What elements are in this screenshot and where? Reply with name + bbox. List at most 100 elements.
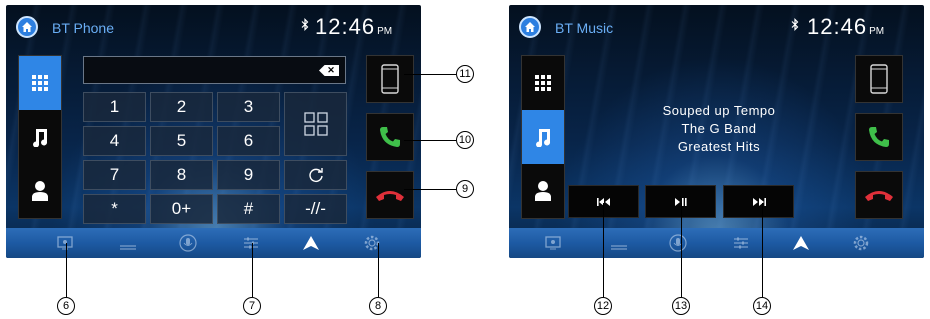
- clock-ampm: PM: [869, 26, 885, 37]
- tab-dialpad[interactable]: [19, 56, 61, 110]
- call-answer-button[interactable]: [366, 113, 414, 161]
- hangup-key[interactable]: -//-: [284, 194, 347, 224]
- callout-14: 14: [753, 297, 771, 315]
- callout-11: 11: [456, 65, 474, 83]
- track-album: Greatest Hits: [677, 139, 761, 154]
- redial-button[interactable]: [284, 160, 347, 190]
- callout-7: 7: [243, 297, 261, 315]
- dial-number-field[interactable]: ✕: [83, 56, 346, 84]
- header: BT Music 12:46 PM: [509, 5, 924, 47]
- music-note-icon: [33, 129, 48, 147]
- tab-contacts[interactable]: [522, 164, 564, 218]
- navigation-button[interactable]: [302, 234, 320, 252]
- callout-10: 10: [456, 131, 474, 149]
- key-3[interactable]: 3: [217, 92, 280, 122]
- sliders-icon: [244, 237, 258, 249]
- voice-button[interactable]: [669, 234, 687, 252]
- settings-sliders-button[interactable]: [733, 234, 749, 252]
- page-title: BT Music: [555, 20, 614, 36]
- settings-sliders-button[interactable]: [243, 234, 259, 252]
- screen-off-icon: [545, 236, 561, 250]
- call-end-button[interactable]: [366, 171, 414, 219]
- key-7[interactable]: 7: [83, 160, 146, 190]
- track-title: Souped up Tempo: [662, 103, 776, 118]
- home-button[interactable]: [519, 16, 541, 38]
- key-9[interactable]: 9: [217, 160, 280, 190]
- clock: 12:46 PM: [807, 14, 884, 40]
- equalizer-button[interactable]: [610, 234, 628, 252]
- clock-time: 12:46: [807, 14, 868, 39]
- contacts-icon: [535, 181, 551, 201]
- tab-dialpad[interactable]: [522, 56, 564, 110]
- screen-off-button[interactable]: [545, 234, 561, 252]
- backspace-icon: ✕: [327, 65, 335, 75]
- bottom-bar: [6, 228, 421, 258]
- callout-8: 8: [369, 297, 387, 315]
- screen-off-button[interactable]: [57, 234, 73, 252]
- backspace-button[interactable]: ✕: [319, 65, 339, 76]
- key-5[interactable]: 5: [150, 126, 213, 156]
- keypad-grid-button[interactable]: [284, 92, 347, 156]
- key-4[interactable]: 4: [83, 126, 146, 156]
- bluetooth-icon: [791, 18, 799, 34]
- tab-music[interactable]: [19, 110, 61, 164]
- next-track-icon: [752, 197, 766, 206]
- home-button[interactable]: [16, 16, 38, 38]
- phone-device-button[interactable]: [855, 55, 903, 103]
- voice-button[interactable]: [179, 234, 197, 252]
- next-track-button[interactable]: [723, 185, 794, 218]
- phone-device-button[interactable]: [366, 55, 414, 103]
- contacts-icon: [32, 181, 48, 201]
- call-answer-button[interactable]: [855, 113, 903, 161]
- callout-6: 6: [57, 297, 75, 315]
- call-answer-icon: [869, 127, 889, 147]
- bluetooth-icon: [301, 18, 309, 34]
- callout-13: 13: [672, 297, 690, 315]
- music-note-icon: [536, 129, 551, 147]
- equalizer-icon: [611, 245, 627, 250]
- microphone-icon: [669, 234, 687, 252]
- settings-button[interactable]: [852, 234, 870, 252]
- grid-icon: [303, 112, 328, 136]
- microphone-icon: [179, 234, 197, 252]
- key-1[interactable]: 1: [83, 92, 146, 122]
- tab-music[interactable]: [522, 110, 564, 164]
- navigation-button[interactable]: [792, 234, 810, 252]
- home-icon: [22, 22, 32, 32]
- screen-off-icon: [57, 236, 73, 250]
- side-tabs: [521, 55, 565, 219]
- bt-phone-screen: BT Phone 12:46 PM ✕ 1 2 3 4 5 6 7 8 9 * …: [6, 5, 421, 258]
- navigation-arrow-icon: [793, 236, 809, 250]
- gear-icon: [853, 235, 869, 251]
- home-icon: [525, 22, 535, 32]
- sliders-icon: [734, 237, 748, 249]
- phone-device-icon: [870, 64, 888, 94]
- equalizer-button[interactable]: [119, 234, 137, 252]
- callout-9: 9: [456, 180, 474, 198]
- track-artist: The G Band: [681, 121, 757, 136]
- redial-icon: [308, 168, 323, 182]
- bt-music-screen: BT Music 12:46 PM Souped up Tempo The G B…: [509, 5, 924, 258]
- clock-time: 12:46: [315, 14, 376, 39]
- callout-12: 12: [594, 297, 612, 315]
- dialpad-icon: [535, 75, 551, 91]
- bottom-bar: [509, 228, 924, 258]
- page-title: BT Phone: [52, 20, 115, 36]
- call-end-button[interactable]: [855, 171, 903, 219]
- tab-contacts[interactable]: [19, 164, 61, 218]
- equalizer-icon: [120, 245, 136, 250]
- clock: 12:46 PM: [315, 14, 392, 40]
- call-end-icon: [376, 191, 404, 201]
- clock-ampm: PM: [377, 26, 393, 37]
- key-8[interactable]: 8: [150, 160, 213, 190]
- dialpad-icon: [32, 75, 48, 91]
- key-0-plus[interactable]: 0+: [150, 194, 213, 224]
- key-2[interactable]: 2: [150, 92, 213, 122]
- key-6[interactable]: 6: [217, 126, 280, 156]
- key-hash[interactable]: #: [217, 194, 280, 224]
- track-info: Souped up Tempo The G Band Greatest Hits: [579, 102, 859, 156]
- call-answer-icon: [380, 127, 400, 147]
- phone-device-icon: [381, 64, 399, 94]
- key-star[interactable]: *: [83, 194, 146, 224]
- call-end-icon: [865, 191, 893, 201]
